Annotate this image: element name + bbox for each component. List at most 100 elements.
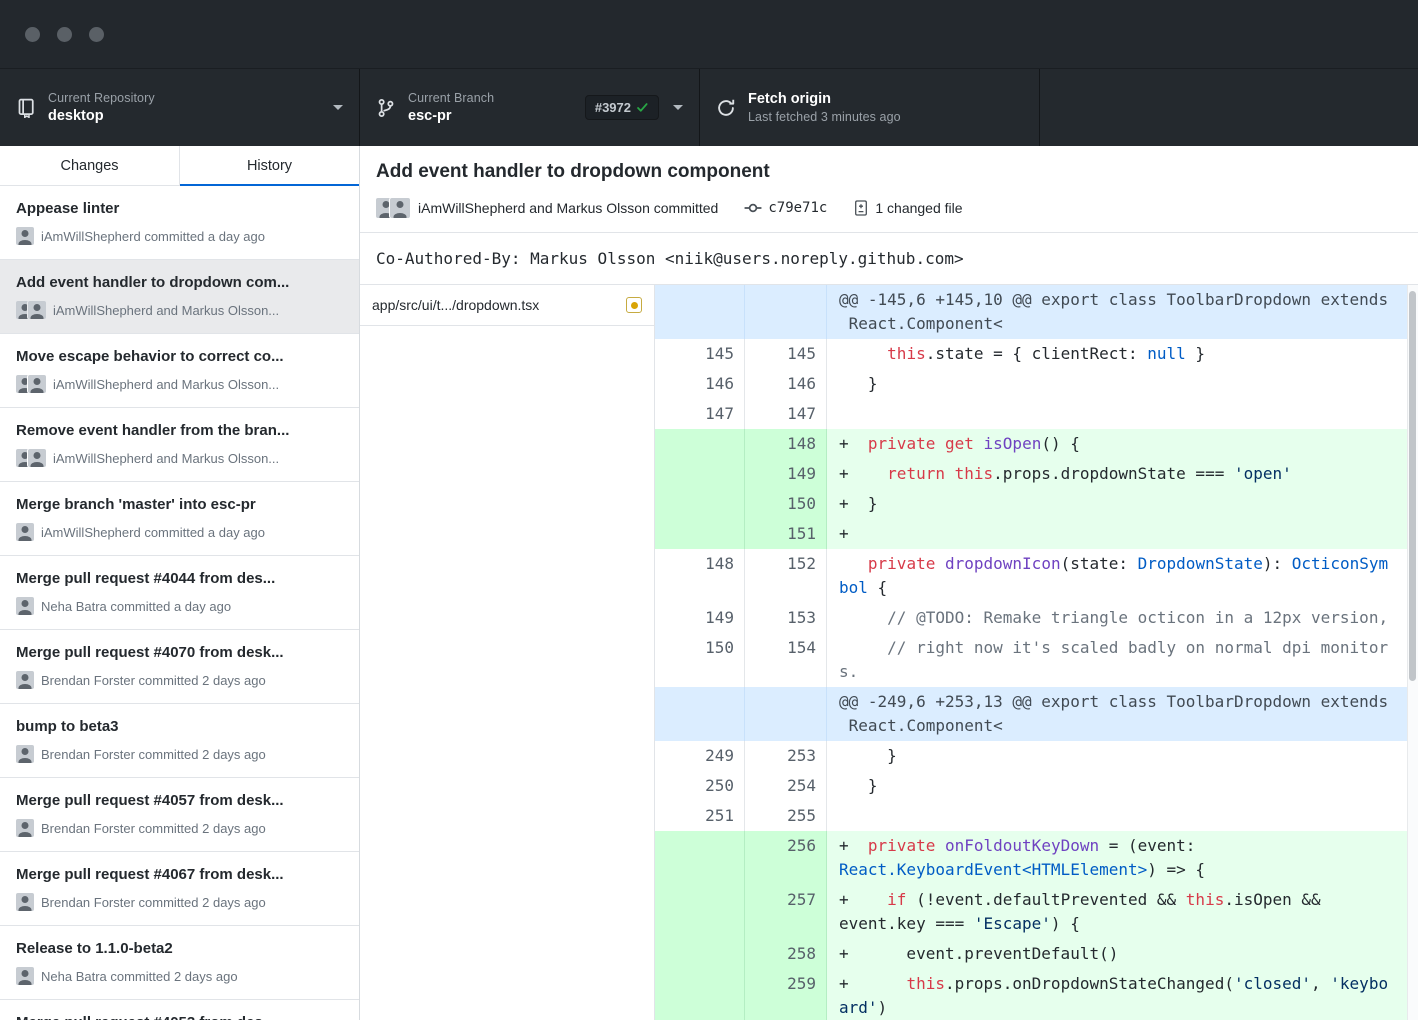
author-avatars — [16, 375, 46, 393]
avatar — [16, 671, 34, 689]
diff-code-text: + return this.props.dropdownState === 'o… — [827, 459, 1407, 489]
commit-meta: iAmWillShepherd and Markus Olsson commit… — [376, 198, 1394, 218]
author-avatars — [16, 671, 34, 689]
commit-byline-text: Neha Batra committed a day ago — [41, 599, 231, 614]
commit-byline: Brendan Forster committed 2 days ago — [16, 745, 343, 763]
diff-line: 259+ this.props.onDropdownStateChanged('… — [655, 969, 1407, 1020]
avatar — [16, 893, 34, 911]
commit-byline-text: iAmWillShepherd and Markus Olsson... — [53, 303, 279, 318]
avatar — [28, 449, 46, 467]
author-avatars — [16, 523, 34, 541]
diff-gutter-old-line-number — [655, 519, 745, 549]
commit-detail: Add event handler to dropdown component … — [360, 146, 1418, 1020]
diff-code-text: + this.props.onDropdownStateChanged('clo… — [827, 969, 1407, 1020]
chevron-down-icon — [673, 105, 683, 110]
git-branch-icon — [376, 98, 396, 118]
scrollbar — [1407, 285, 1418, 1020]
diff-line: 148152 private dropdownIcon(state: Dropd… — [655, 549, 1407, 603]
commit-list-item[interactable]: Add event handler to dropdown com...iAmW… — [0, 260, 359, 334]
diff-gutter-new-line-number: 153 — [745, 603, 827, 633]
diff-gutter-new-line-number: 147 — [745, 399, 827, 429]
commit-list-item[interactable]: Merge pull request #4053 from des...Bren… — [0, 1000, 359, 1020]
diff-gutter-old-line-number: 250 — [655, 771, 745, 801]
traffic-light-minimize-button[interactable] — [57, 27, 72, 42]
avatar — [16, 819, 34, 837]
commit-list-item[interactable]: Appease linteriAmWillShepherd committed … — [0, 186, 359, 260]
avatar — [16, 967, 34, 985]
branch-name: esc-pr — [408, 108, 494, 124]
diff-gutter-new-line-number: 152 — [745, 549, 827, 603]
diff-code-text: @@ -249,6 +253,13 @@ export class Toolba… — [827, 687, 1407, 741]
commit-list-item[interactable]: Merge pull request #4067 from desk... Bre… — [0, 852, 359, 926]
scrollbar-thumb[interactable] — [1409, 291, 1416, 681]
diff-code-text: // right now it's scaled badly on normal… — [827, 633, 1407, 687]
sidebar: ChangesHistory Appease linteriAmWillShep… — [0, 146, 360, 1020]
diff-gutter-new-line-number: 257 — [745, 885, 827, 939]
traffic-light-zoom-button[interactable] — [89, 27, 104, 42]
commit-byline: iAmWillShepherd and Markus Olsson... — [16, 301, 343, 319]
diff-gutter-old-line-number — [655, 885, 745, 939]
diff-gutter-old-line-number — [655, 687, 745, 741]
commit-list-item[interactable]: Remove event handler from the bran...iAm… — [0, 408, 359, 482]
app-window: Current Repository desktop Current Branc… — [0, 0, 1418, 1020]
file-path: app/src/ui/t.../dropdown.tsx — [372, 297, 618, 313]
diff-gutter-new-line-number: 259 — [745, 969, 827, 1020]
diff-gutter-new-line-number: 145 — [745, 339, 827, 369]
file-list-item[interactable]: app/src/ui/t.../dropdown.tsx — [360, 285, 654, 326]
commit-list-item[interactable]: Merge pull request #4070 from desk...Bre… — [0, 630, 359, 704]
commit-byline-text: Neha Batra committed 2 days ago — [41, 969, 238, 984]
diff-code-text: // @TODO: Remake triangle octicon in a 1… — [827, 603, 1407, 633]
diff-line: 250254 } — [655, 771, 1407, 801]
repository-switcher-labels: Current Repository desktop — [48, 91, 155, 124]
commit-history-list: Appease linteriAmWillShepherd committed … — [0, 186, 359, 1020]
repository-name: desktop — [48, 108, 155, 124]
diff-code-text — [827, 399, 1407, 429]
repo-book-icon — [16, 98, 36, 118]
diff-view: @@ -145,6 +145,10 @@ export class Toolba… — [655, 285, 1407, 1020]
commit-byline-text: iAmWillShepherd and Markus Olsson... — [53, 377, 279, 392]
fetch-origin-button[interactable]: Fetch origin Last fetched 3 minutes ago — [700, 69, 1040, 146]
commit-list-item[interactable]: Merge branch 'master' into esc-priAmWill… — [0, 482, 359, 556]
diff-code-text: } — [827, 771, 1407, 801]
commit-title: Merge pull request #4070 from desk... — [16, 643, 343, 663]
repository-switcher-label: Current Repository — [48, 91, 155, 105]
branch-switcher[interactable]: Current Branch esc-pr #3972 — [360, 69, 700, 146]
commit-byline-text: iAmWillShepherd and Markus Olsson... — [53, 451, 279, 466]
diff-line: 146146 } — [655, 369, 1407, 399]
author-avatars — [376, 198, 410, 218]
commit-title: Release to 1.1.0-beta2 — [16, 939, 343, 959]
diff-code-text: + private onFoldoutKeyDown = (event: Rea… — [827, 831, 1407, 885]
commit-byline-text: Brendan Forster committed 2 days ago — [41, 821, 266, 836]
author-avatars — [16, 449, 46, 467]
diff-code-text: this.state = { clientRect: null } — [827, 339, 1407, 369]
tab-history[interactable]: History — [180, 146, 359, 185]
commit-byline: Brendan Forster committed 2 days ago — [16, 819, 343, 837]
commit-list-item[interactable]: Release to 1.1.0-beta2 Neha Batra committ… — [0, 926, 359, 1000]
git-commit-icon — [744, 199, 762, 217]
diff-gutter-new-line-number: 151 — [745, 519, 827, 549]
diff-gutter-new-line-number: 148 — [745, 429, 827, 459]
commit-list-item[interactable]: bump to beta3Brendan Forster committed 2… — [0, 704, 359, 778]
diff-line: 148+ private get isOpen() { — [655, 429, 1407, 459]
commit-list-item[interactable]: Merge pull request #4057 from desk...Bre… — [0, 778, 359, 852]
commit-byline: Brendan Forster committed 2 days ago — [16, 893, 343, 911]
commit-list-item[interactable]: Move escape behavior to correct co...iAm… — [0, 334, 359, 408]
diff-gutter-new-line-number: 149 — [745, 459, 827, 489]
repository-switcher[interactable]: Current Repository desktop — [0, 69, 360, 146]
tab-changes[interactable]: Changes — [0, 146, 180, 185]
commit-list-item[interactable]: Merge pull request #4044 from des...Neha… — [0, 556, 359, 630]
diff-code-text: + event.preventDefault() — [827, 939, 1407, 969]
commit-byline-text: iAmWillShepherd committed a day ago — [41, 525, 265, 540]
toolbar: Current Repository desktop Current Branc… — [0, 68, 1418, 146]
fetch-origin-subtitle: Last fetched 3 minutes ago — [748, 110, 901, 124]
diff-gutter-old-line-number — [655, 285, 745, 339]
commit-title: Merge pull request #4067 from desk... — [16, 865, 343, 885]
author-avatars — [16, 967, 34, 985]
diff-line: 251255 — [655, 801, 1407, 831]
avatar — [16, 597, 34, 615]
commit-byline: iAmWillShepherd committed a day ago — [16, 227, 343, 245]
traffic-light-close-button[interactable] — [25, 27, 40, 42]
author-avatars — [16, 745, 34, 763]
content-area: ChangesHistory Appease linteriAmWillShep… — [0, 146, 1418, 1020]
diff-gutter-old-line-number: 149 — [655, 603, 745, 633]
